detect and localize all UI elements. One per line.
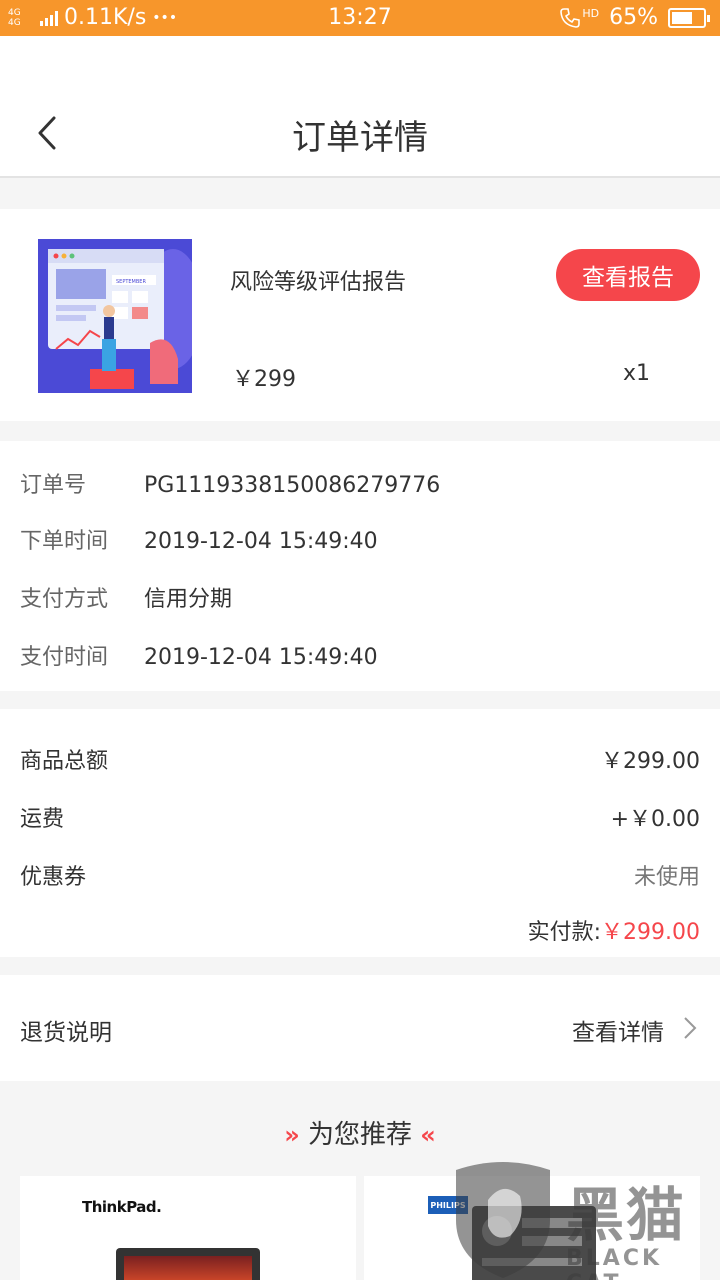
goods-total-value: ￥299.00 — [601, 749, 700, 774]
order-number-label: 订单号 — [20, 473, 87, 498]
return-policy-row[interactable]: 退货说明 查看详情 — [0, 975, 720, 1081]
payment-method-label: 支付方式 — [20, 587, 109, 612]
report-illustration-icon: SEPTEMBER — [38, 239, 192, 393]
recommend-title-text: 为您推荐 — [307, 1120, 412, 1150]
goods-total-label: 商品总额 — [20, 749, 109, 774]
paid-label: 实付款: — [527, 920, 602, 945]
order-number-value: PG1119338150086279776 — [144, 473, 441, 498]
double-chevron-right-icon: » — [284, 1121, 300, 1149]
hd-label: HD — [582, 6, 600, 20]
amounts-section: 商品总额 ￥299.00 运费 +￥0.00 优惠券 未使用 实付款:￥299.… — [0, 709, 720, 957]
product-quantity: x1 — [622, 361, 650, 386]
battery-fill — [672, 11, 692, 24]
shipping-label: 运费 — [20, 807, 65, 832]
product-name: 风险等级评估报告 — [230, 270, 407, 295]
view-details-link[interactable]: 查看详情 — [572, 1013, 664, 1047]
payment-time-row: 支付时间 2019-12-04 15:49:40 — [20, 639, 378, 671]
battery-icon — [668, 7, 710, 28]
recommend-item[interactable]: PHILIPS — [364, 1176, 700, 1280]
status-right: HD 65% — [559, 5, 710, 30]
paid-value: ￥299.00 — [601, 920, 700, 945]
double-chevron-left-icon: « — [420, 1121, 436, 1149]
laptop-image — [116, 1248, 260, 1280]
payment-method-value: 信用分期 — [144, 587, 233, 612]
coupon-row[interactable]: 优惠券 未使用 — [20, 859, 700, 891]
paid-total: 实付款:￥299.00 — [528, 914, 700, 946]
page-title: 订单详情 — [292, 118, 428, 158]
order-time-label: 下单时间 — [20, 529, 109, 554]
status-bar: 4G 4G 0.11K/s ••• 13:27 HD 65% — [0, 0, 720, 36]
order-info-section: 订单号 PG1119338150086279776 下单时间 2019-12-04 … — [0, 441, 720, 691]
goods-total-row: 商品总额 ￥299.00 — [20, 743, 700, 775]
order-number-row: 订单号 PG1119338150086279776 — [20, 467, 440, 499]
product-card[interactable]: SEPTEMBER 风险等级评估报告 查看报告 ￥299 x1 — [0, 209, 720, 421]
device-image — [472, 1206, 596, 1280]
nav-bar: 订单详情 — [0, 36, 720, 178]
shipping-row: 运费 +￥0.00 — [20, 801, 700, 833]
order-time-row: 下单时间 2019-12-04 15:49:40 — [20, 523, 378, 555]
coupon-value: 未使用 — [633, 865, 700, 890]
product-image-text: SEPTEMBER — [116, 279, 146, 285]
product-image[interactable]: SEPTEMBER — [38, 239, 192, 393]
battery-percent: 65% — [609, 5, 658, 30]
recommend-item[interactable]: ThinkPad. — [20, 1176, 356, 1280]
coupon-label: 优惠券 — [20, 865, 87, 890]
recommend-title: » 为您推荐 « — [0, 1114, 720, 1151]
return-policy-label: 退货说明 — [20, 1020, 112, 1046]
payment-time-value: 2019-12-04 15:49:40 — [144, 645, 378, 670]
product-price: ￥299 — [232, 367, 296, 392]
philips-logo: PHILIPS — [428, 1196, 468, 1214]
chevron-right-icon — [684, 1017, 697, 1039]
shipping-value: +￥0.00 — [610, 807, 700, 832]
payment-time-label: 支付时间 — [20, 645, 109, 670]
order-time-value: 2019-12-04 15:49:40 — [144, 529, 378, 554]
payment-method-row: 支付方式 信用分期 — [20, 581, 232, 613]
call-hd-icon: HD — [559, 7, 599, 29]
thinkpad-logo: ThinkPad. — [82, 1198, 162, 1216]
view-report-button[interactable]: 查看报告 — [556, 249, 700, 301]
